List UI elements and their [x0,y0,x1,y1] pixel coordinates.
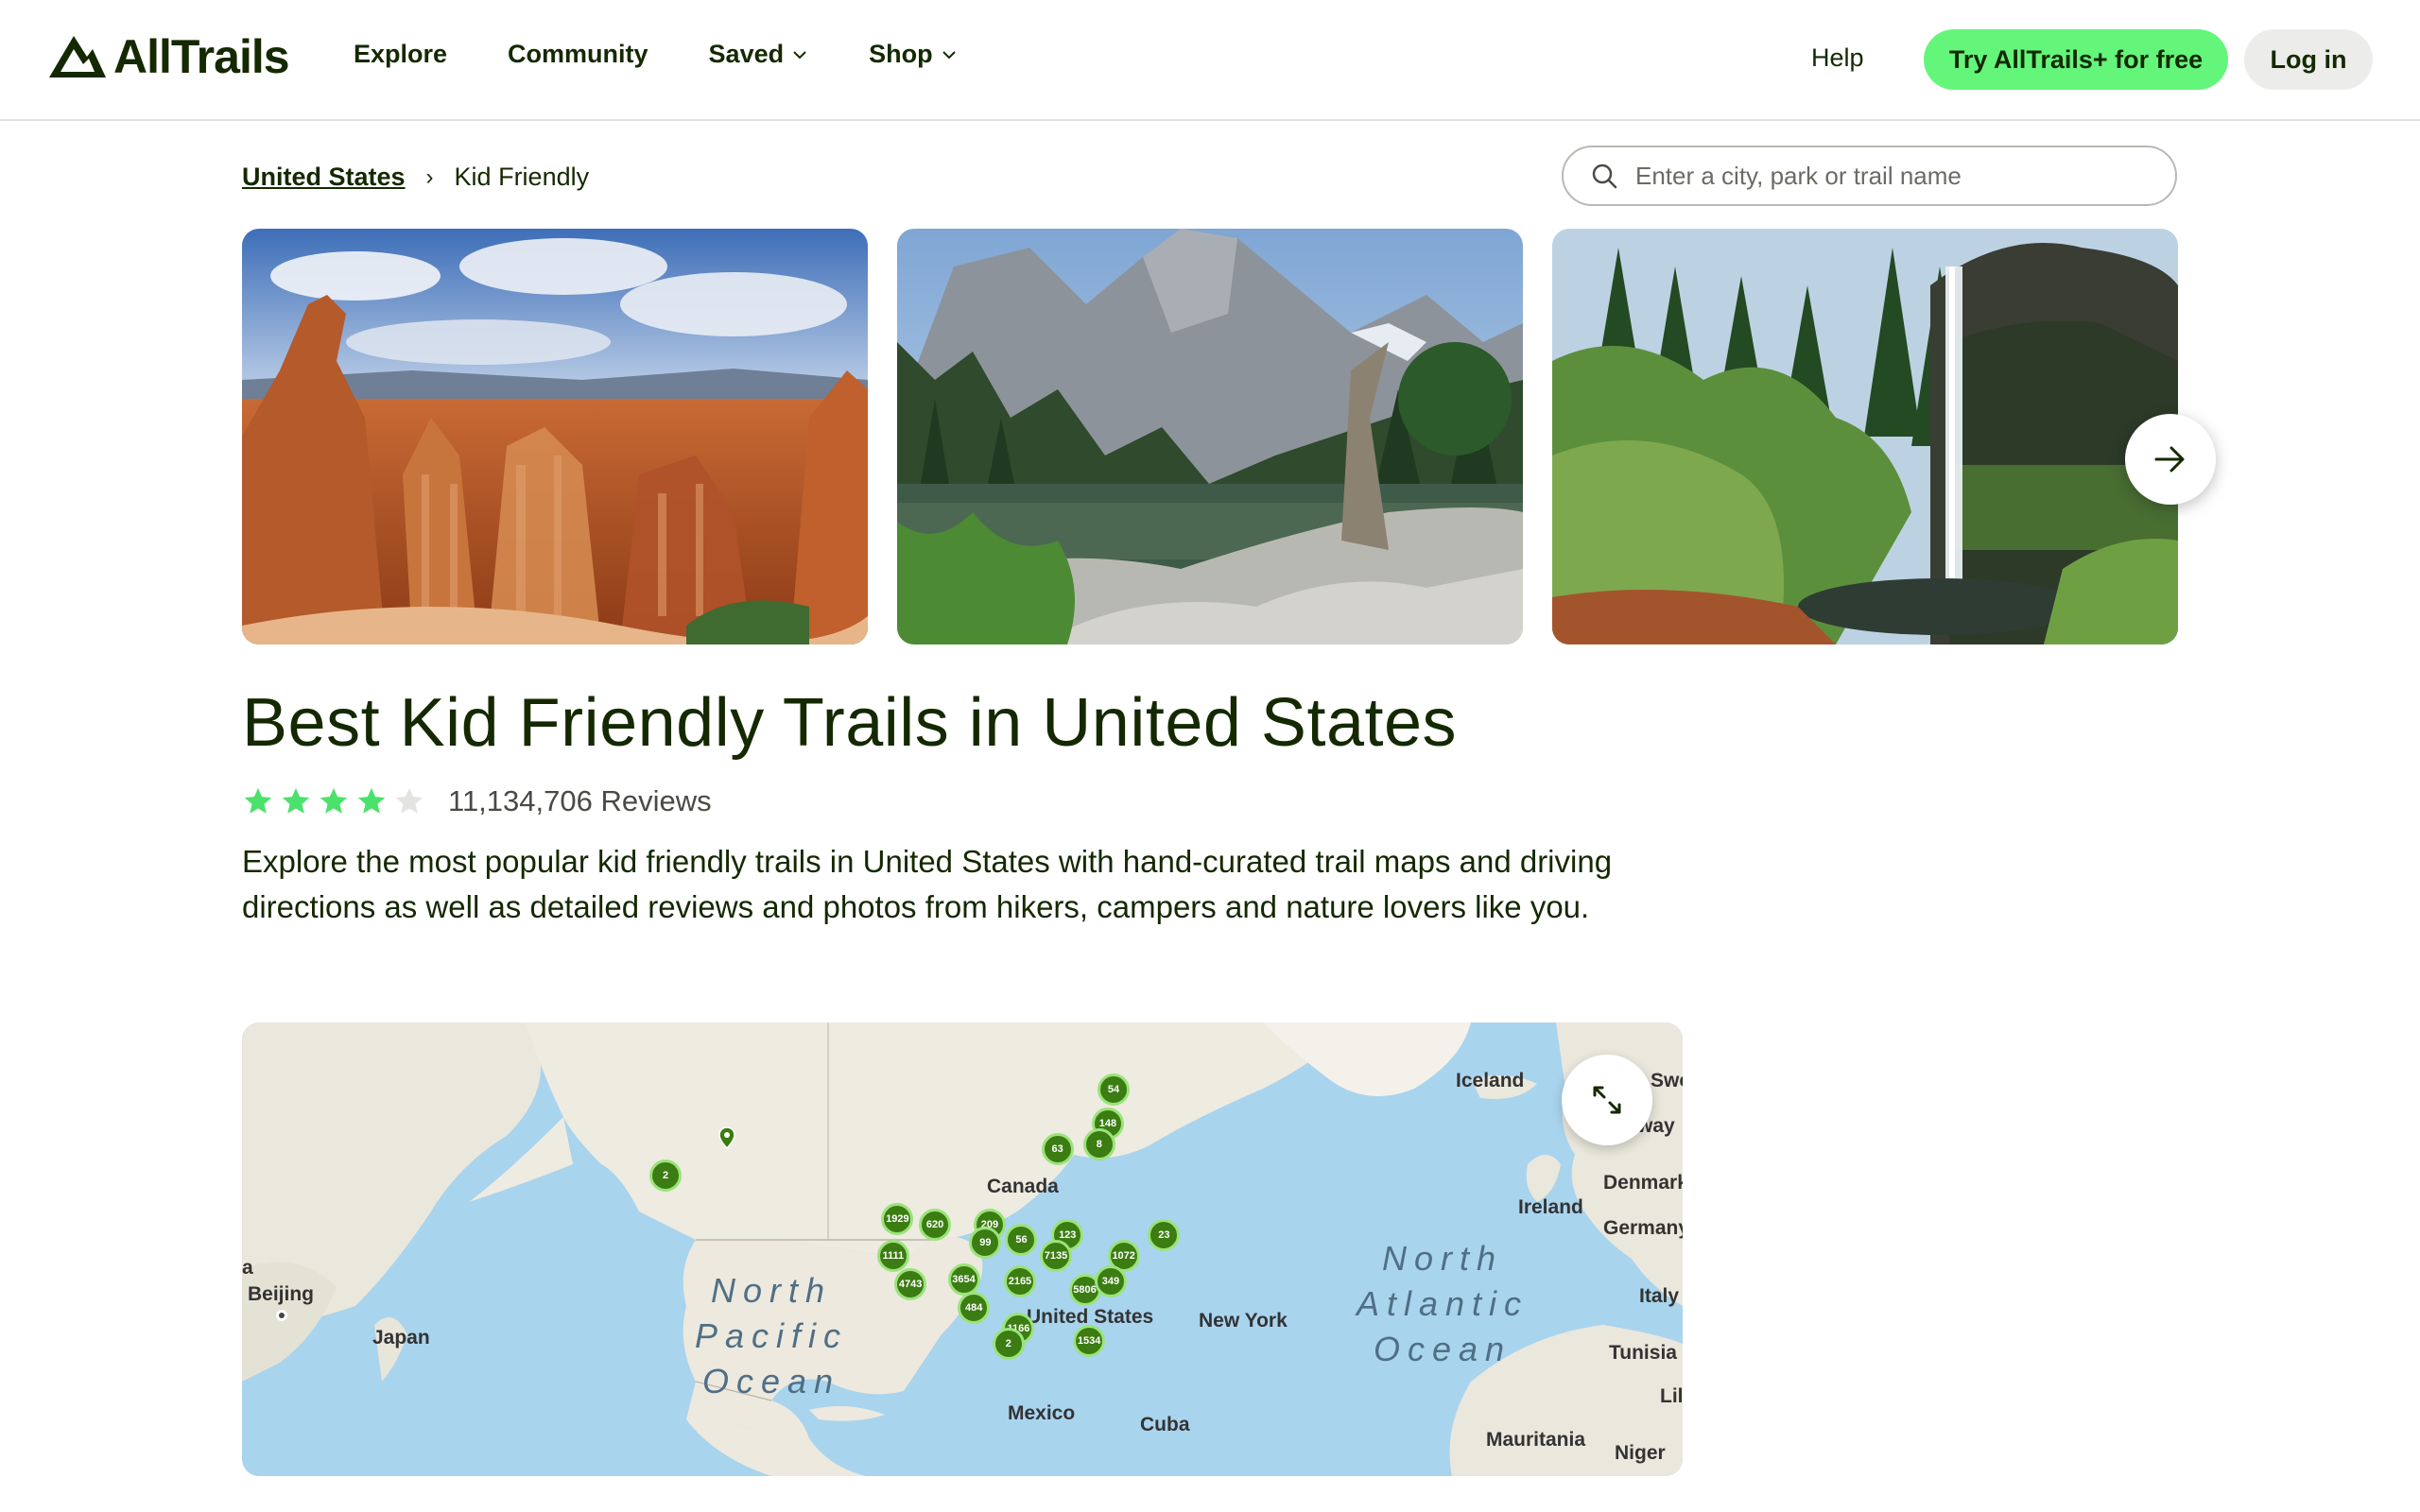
star-filled-icon [357,787,386,814]
map-label-tunisia: Tunisia [1609,1342,1677,1364]
star-empty-icon [395,787,424,814]
map-label-japan: Japan [372,1327,430,1349]
trail-cluster-marker[interactable]: 620 [919,1208,952,1241]
star-filled-icon [282,787,310,814]
map-label-iceland: Iceland [1456,1070,1525,1091]
trail-cluster-marker[interactable]: 484 [958,1291,991,1324]
nav-shop-label: Shop [869,40,933,68]
trail-cluster-marker[interactable]: 4743 [894,1268,927,1301]
nav-explore[interactable]: Explore [354,40,447,69]
map-label-niger: Niger [1615,1442,1666,1464]
trail-cluster-marker[interactable]: 1111 [876,1239,909,1272]
map-label-ireland: Ireland [1518,1196,1583,1218]
page-title: Best Kid Friendly Trails in United State… [242,685,1458,761]
alltrails-logo[interactable]: AllTrails [45,30,290,83]
map-label-italy: Italy [1639,1285,1680,1307]
nav-saved-label: Saved [708,40,785,68]
map-label-canada: Canada [987,1176,1059,1197]
search-input[interactable] [1635,161,2165,191]
expand-arrows-icon [1593,1086,1621,1114]
arrow-right-icon [2154,446,2185,472]
map-label-mexico: Mexico [1008,1402,1076,1424]
help-link[interactable]: Help [1811,43,1864,73]
breadcrumb-current: Kid Friendly [454,163,590,191]
map-expand-button[interactable] [1562,1055,1652,1145]
site-header: AllTrails Explore Community Saved Shop H… [0,0,2420,121]
search-icon [1592,163,1617,189]
map-label-sweden: Swe [1651,1070,1683,1091]
ocean-label-north-pacific: North Pacific Ocean [630,1268,913,1404]
map-label-new-york: New York [1199,1310,1288,1332]
ocean-label-north-atlantic: North Atlantic Ocean [1301,1236,1584,1372]
mountain-logo-icon [49,36,106,77]
trail-cluster-marker[interactable]: 2 [649,1159,683,1192]
alpine-lake-image [897,229,1523,644]
nav-explore-label: Explore [354,40,448,68]
chevron-down-icon [793,50,806,59]
breadcrumb: United States › Kid Friendly [242,163,589,192]
login-button[interactable]: Log in [2244,29,2373,90]
nav-community[interactable]: Community [508,40,648,69]
page-description: Explore the most popular kid friendly tr… [242,844,1613,924]
breadcrumb-separator: › [425,163,434,190]
search-box[interactable] [1562,146,2177,206]
logo-text: AllTrails [113,30,290,83]
chevron-down-icon [942,50,956,59]
photo-alpine-lake[interactable] [897,229,1523,644]
ocean-pacific-text: North Pacific Ocean [694,1271,849,1400]
nav-shop[interactable]: Shop [869,40,958,69]
main-nav: Explore Community Saved Shop [354,40,1018,69]
carousel-next-button[interactable] [2125,414,2216,505]
try-alltrails-plus-button[interactable]: Try AllTrails+ for free [1924,29,2228,90]
breadcrumb-united-states[interactable]: United States [242,163,406,192]
map-label-cuba: Cuba [1140,1414,1190,1435]
map-label-a: a [242,1257,253,1279]
nav-community-label: Community [508,40,648,68]
star-filled-icon [320,787,348,814]
rating-stars [242,785,425,817]
map-label-mauritania: Mauritania [1486,1429,1586,1451]
nav-saved[interactable]: Saved [709,40,809,69]
trail-map[interactable]: Iceland Swe way Denmark Ireland Germany … [242,1022,1683,1476]
star-filled-icon [244,787,272,814]
photo-carousel [242,229,2178,644]
trail-cluster-marker[interactable]: 3654 [947,1263,980,1296]
map-pin-icon[interactable] [718,1126,735,1149]
beijing-dot [276,1310,287,1321]
map-label-germany: Germany [1603,1217,1683,1239]
trail-cluster-marker[interactable]: 63 [1041,1133,1074,1166]
map-label-denmark: Denmark [1603,1172,1683,1194]
ocean-atlantic-text: North Atlantic Ocean [1356,1239,1530,1368]
photo-waterfall[interactable] [1552,229,2178,644]
hoodoos-image [242,229,868,644]
rating-summary: 11,134,706 Reviews [242,784,712,818]
review-count[interactable]: 11,134,706 Reviews [448,784,712,818]
map-label-beijing: Beijing [248,1283,315,1305]
photo-hoodoos[interactable] [242,229,868,644]
trail-cluster-marker[interactable]: 8 [1082,1127,1115,1160]
trail-cluster-marker[interactable]: 7135 [1040,1239,1073,1272]
trail-cluster-marker[interactable]: 2 [992,1328,1025,1361]
waterfall-image [1552,229,2178,644]
map-label-libya: Lil [1660,1385,1683,1407]
